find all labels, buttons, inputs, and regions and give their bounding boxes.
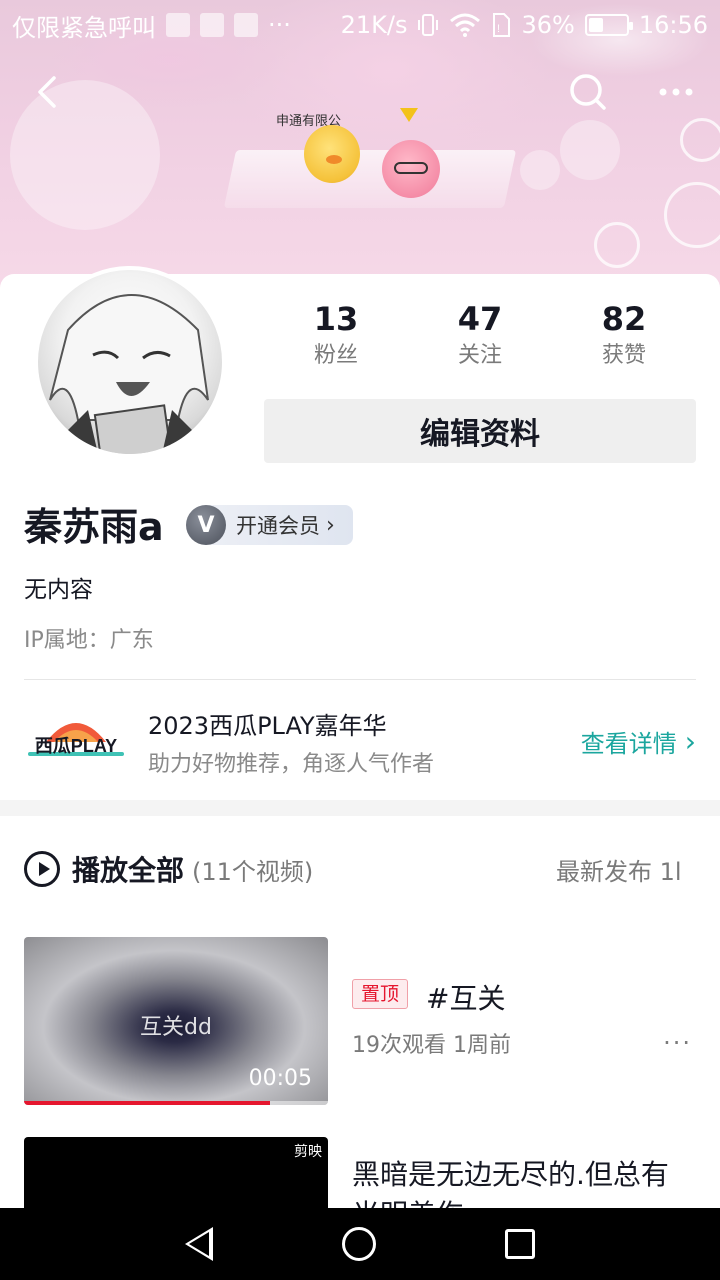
banner-decoration (520, 150, 560, 190)
system-recents-icon[interactable] (505, 1229, 536, 1259)
anime-avatar-image (49, 294, 209, 454)
vip-label: 开通会员 (236, 514, 320, 538)
notification-icon (166, 13, 190, 37)
ip-location: IP属地：广东 (24, 628, 154, 653)
stat-label: 粉丝 (313, 343, 358, 368)
system-nav-bar (0, 1208, 720, 1280)
username: 秦苏雨a (24, 505, 164, 549)
promo-title: 2023西瓜PLAY嘉年华 (148, 712, 387, 740)
duck-character (304, 125, 360, 183)
bio-text: 无内容 (24, 577, 93, 603)
profile-stats: 13 粉丝 47 关注 82 获赞 (264, 298, 696, 372)
capcut-watermark: 剪映 (294, 1144, 322, 1160)
carrier-text: 仅限紧急呼叫 (12, 13, 156, 42)
video-duration: 00:05 (248, 1066, 312, 1091)
notification-icon (200, 13, 224, 37)
xigua-play-logo: 西瓜PLAY (24, 712, 128, 768)
vip-button[interactable]: V 开通会员 › (186, 505, 353, 545)
banner-decoration (560, 120, 620, 180)
status-bar: 仅限紧急呼叫 ··· 21K/s ! 36% 16:56 (0, 0, 720, 50)
promo-banner[interactable]: 西瓜PLAY 2023西瓜PLAY嘉年华 助力好物推荐，角逐人气作者 查看详情 … (24, 700, 696, 782)
video-title[interactable]: 黑暗是无边无尽的.但总有光明盖伤 (352, 1155, 696, 1209)
svg-text:!: ! (497, 23, 500, 35)
pinned-badge: 置顶 (352, 979, 409, 1009)
thumbnail-caption: 互关dd (140, 1015, 212, 1040)
banner-badge-icon (680, 118, 720, 162)
search-button[interactable] (566, 70, 610, 114)
video-item[interactable]: 互关dd 00:05 置顶 #互关 19次观看 1周前 ··· (24, 937, 696, 1107)
video-item[interactable]: 剪映 黑暗是无边无尽的.但总有光明盖伤 (24, 1137, 696, 1209)
play-circle-icon[interactable] (24, 851, 60, 887)
back-icon (38, 76, 56, 108)
more-button[interactable] (654, 70, 698, 114)
view-details-label: 查看详情 (580, 730, 677, 758)
promo-subtitle: 助力好物推荐，角逐人气作者 (148, 752, 435, 777)
battery-icon (584, 14, 633, 36)
pink-character (382, 140, 440, 198)
stat-following[interactable]: 47 关注 (408, 298, 552, 372)
section-divider (0, 800, 720, 816)
banner-badge-icon (594, 222, 640, 268)
banner-badge-icon (664, 182, 720, 248)
banner-stage (223, 150, 517, 208)
vibrate-icon (418, 14, 439, 36)
divider (24, 679, 696, 680)
video-thumbnail[interactable]: 互关dd 00:05 (24, 937, 328, 1105)
more-notifications: ··· (268, 11, 291, 39)
chevron-right-icon: › (326, 512, 335, 538)
sort-dropdown[interactable]: 最新发布 1l (556, 852, 682, 887)
sim-icon: ! (493, 13, 511, 37)
chevron-right-icon: › (684, 725, 696, 758)
stat-followers[interactable]: 13 粉丝 (264, 298, 408, 372)
video-list-header: 播放全部 (11个视频) 最新发布 1l (24, 846, 720, 892)
banner-marker-icon (400, 108, 418, 122)
network-speed: 21K/s (340, 11, 408, 39)
edit-profile-button[interactable]: 编辑资料 (264, 399, 696, 463)
video-more-button[interactable]: ··· (663, 1029, 692, 1057)
stat-label: 关注 (457, 343, 502, 368)
play-all-button[interactable]: 播放全部 (72, 849, 184, 889)
avatar[interactable] (34, 266, 226, 458)
video-count: (11个视频) (192, 857, 314, 886)
stat-value: 13 (313, 300, 359, 338)
stat-label: 获赞 (601, 343, 646, 368)
view-details-link[interactable]: 查看详情 › (581, 724, 696, 759)
stat-likes[interactable]: 82 获赞 (552, 298, 696, 372)
watch-progress-bar (24, 1101, 328, 1105)
wifi-icon (450, 13, 481, 37)
video-meta: 19次观看 1周前 (352, 1033, 511, 1058)
stat-value: 47 (457, 300, 503, 338)
clock: 16:56 (638, 11, 708, 39)
vip-icon: V (186, 505, 226, 545)
back-button[interactable] (26, 70, 70, 114)
video-title[interactable]: #互关 (426, 977, 505, 1017)
search-icon (570, 74, 606, 110)
image-icon (234, 13, 258, 37)
system-home-icon[interactable] (341, 1227, 376, 1261)
logo-text: 西瓜PLAY (35, 736, 117, 756)
video-thumbnail[interactable]: 剪映 (24, 1137, 328, 1209)
stat-value: 82 (601, 300, 647, 338)
more-icon (659, 88, 693, 96)
system-back-icon[interactable] (184, 1227, 213, 1261)
battery-percent: 36% (521, 11, 575, 39)
